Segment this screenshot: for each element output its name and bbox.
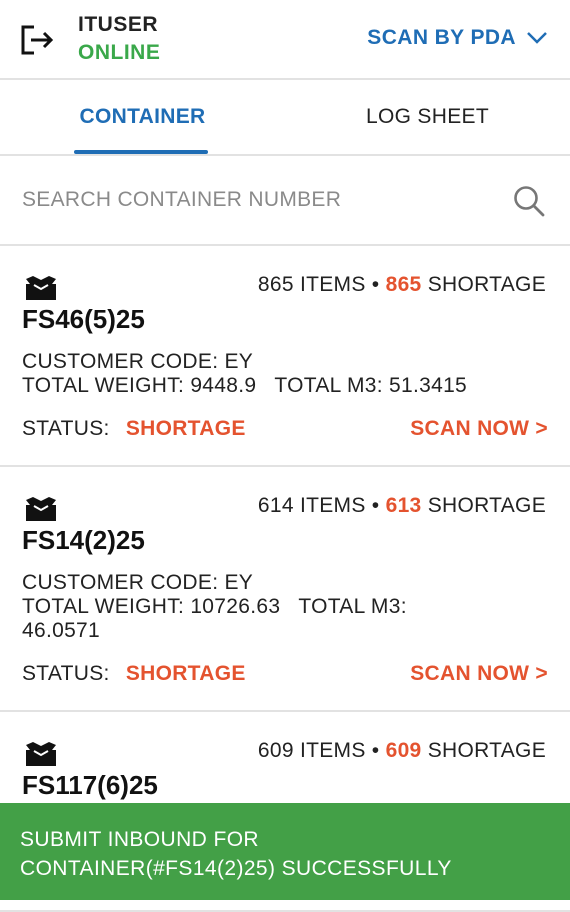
search-bar: [0, 156, 570, 246]
status-label: STATUS:: [22, 417, 110, 440]
app-header: ITUSER ONLINE SCAN BY PDA: [0, 0, 570, 80]
tab-log-sheet[interactable]: LOG SHEET: [285, 80, 570, 154]
tab-log-sheet-label: LOG SHEET: [366, 105, 489, 128]
container-info: CUSTOMER CODE: EY TOTAL WEIGHT: 10726.63…: [22, 571, 548, 643]
search-icon[interactable]: [512, 184, 546, 218]
status-value: SHORTAGE: [125, 662, 246, 685]
shortage-label: SHORTAGE: [427, 739, 546, 762]
items-count: 865 ITEMS: [257, 273, 366, 296]
status-value: SHORTAGE: [125, 417, 246, 440]
weight-volume: TOTAL WEIGHT: 9448.9 TOTAL M3: 51.3415: [22, 374, 468, 397]
items-count: 609 ITEMS: [257, 739, 366, 762]
weight-volume: TOTAL WEIGHT: 10726.63 TOTAL M3:: [22, 595, 407, 618]
toast-line-2: CONTAINER(#FS14(2)25) SUCCESSFULLY: [20, 857, 452, 880]
status-row: STATUS: SHORTAGE SCAN NOW >: [22, 662, 548, 686]
customer-code: CUSTOMER CODE: EY: [22, 571, 254, 594]
success-toast: SUBMIT INBOUND FOR CONTAINER(#FS14(2)25)…: [0, 803, 570, 900]
user-status: ONLINE: [78, 41, 161, 64]
scan-mode-dropdown[interactable]: SCAN BY PDA: [367, 26, 548, 50]
separator: •: [371, 273, 380, 296]
scan-now-button[interactable]: SCAN NOW >: [410, 417, 548, 441]
logout-icon[interactable]: [20, 24, 56, 56]
separator: •: [371, 494, 380, 517]
tab-container[interactable]: CONTAINER: [0, 80, 285, 154]
shortage-label: SHORTAGE: [427, 273, 546, 296]
shortage-count: 865: [385, 273, 422, 296]
item-counts: 609 ITEMS • 609 SHORTAGE: [258, 739, 546, 763]
tab-container-label: CONTAINER: [79, 105, 206, 128]
container-card[interactable]: 865 ITEMS • 865 SHORTAGE FS46(5)25 CUSTO…: [0, 246, 570, 467]
container-number: FS117(6)25: [22, 770, 158, 800]
box-icon: [26, 276, 56, 300]
item-counts: 865 ITEMS • 865 SHORTAGE: [258, 273, 546, 297]
user-name: ITUSER: [78, 13, 159, 36]
container-info: CUSTOMER CODE: EY TOTAL WEIGHT: 9448.9 T…: [22, 350, 548, 398]
tab-bar: CONTAINER LOG SHEET: [0, 80, 570, 156]
container-number: FS14(2)25: [22, 525, 145, 555]
search-input[interactable]: [22, 182, 492, 218]
active-tab-indicator: [74, 150, 208, 154]
weight-volume-continued: 46.0571: [22, 619, 101, 642]
shortage-count: 613: [385, 494, 422, 517]
shortage-label: SHORTAGE: [427, 494, 546, 517]
scan-mode-label: SCAN BY PDA: [367, 26, 516, 49]
box-icon: [26, 497, 56, 521]
scan-now-button[interactable]: SCAN NOW >: [410, 662, 548, 686]
item-counts: 614 ITEMS • 613 SHORTAGE: [258, 494, 546, 518]
items-count: 614 ITEMS: [257, 494, 366, 517]
shortage-count: 609: [385, 739, 422, 762]
chevron-down-icon: [527, 32, 547, 44]
status-row: STATUS: SHORTAGE SCAN NOW >: [22, 417, 548, 441]
toast-line-1: SUBMIT INBOUND FOR: [20, 828, 259, 851]
box-icon: [26, 742, 56, 766]
container-card[interactable]: 614 ITEMS • 613 SHORTAGE FS14(2)25 CUSTO…: [0, 467, 570, 712]
customer-code: CUSTOMER CODE: EY: [22, 350, 254, 373]
status-label: STATUS:: [22, 662, 110, 685]
container-number: FS46(5)25: [22, 304, 145, 334]
separator: •: [371, 739, 380, 762]
